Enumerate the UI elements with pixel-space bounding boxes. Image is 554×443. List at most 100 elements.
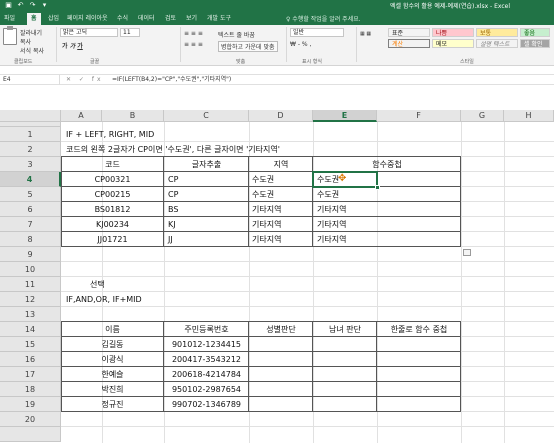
- column-header-c[interactable]: C: [164, 110, 249, 122]
- row-header-20[interactable]: 20: [0, 412, 61, 427]
- table2-header-name[interactable]: 이름: [61, 322, 164, 337]
- table1-extract[interactable]: JJ: [168, 232, 173, 247]
- tab-view[interactable]: 보기: [186, 13, 197, 25]
- redo-icon[interactable]: ↷: [28, 1, 37, 10]
- table1-region[interactable]: 기타지역: [252, 217, 281, 232]
- style-normal[interactable]: 표준: [388, 28, 430, 37]
- copy-button[interactable]: 복사: [20, 37, 31, 46]
- row-header-10[interactable]: 10: [0, 262, 61, 277]
- style-note[interactable]: 메모: [432, 39, 474, 48]
- formula-input[interactable]: =IF(LEFT(B4,2)="CP","수도권","기타지역"): [112, 75, 231, 85]
- align-top-icon[interactable]: ≡ ≡ ≡: [184, 30, 203, 37]
- undo-icon[interactable]: ↶: [16, 1, 25, 10]
- table1-header-nested[interactable]: 함수중첩: [313, 157, 461, 172]
- row-header-18[interactable]: 18: [0, 382, 61, 397]
- tab-data[interactable]: 데이터: [138, 13, 155, 25]
- column-header-a[interactable]: A: [61, 110, 102, 122]
- row-header-7[interactable]: 7: [0, 217, 61, 232]
- format-painter-button[interactable]: 서식 복사: [20, 46, 44, 55]
- tab-developer[interactable]: 개발 도구: [207, 13, 231, 25]
- row-header-4[interactable]: 4: [0, 172, 61, 187]
- column-header-b[interactable]: B: [102, 110, 164, 122]
- row-header-8[interactable]: 8: [0, 232, 61, 247]
- save-icon[interactable]: ▣: [4, 1, 13, 10]
- conditional-format-icon[interactable]: ▦ ▦: [360, 31, 371, 37]
- row-header-11[interactable]: 11: [0, 277, 61, 292]
- cell-b2[interactable]: 코드의 왼쪽 2글자가 CP이면 '수도권', 다른 글자이면 '기타지역': [66, 142, 280, 157]
- table2-header-gender[interactable]: 성별판단: [249, 322, 313, 337]
- tab-file[interactable]: 파일: [4, 13, 15, 25]
- row-header-9[interactable]: 9: [0, 247, 61, 262]
- style-calculation[interactable]: 계산: [388, 39, 430, 48]
- table2-name[interactable]: 정규진: [61, 397, 164, 412]
- table2-name[interactable]: 김길동: [61, 337, 164, 352]
- fill-handle[interactable]: [375, 185, 380, 190]
- table1-extract[interactable]: BS: [168, 202, 178, 217]
- wrap-text-button[interactable]: 텍스트 줄 바꿈: [218, 30, 255, 39]
- row-header-13[interactable]: 13: [0, 307, 61, 322]
- cell-b11[interactable]: 선택: [90, 277, 105, 292]
- quick-analysis-icon[interactable]: [463, 249, 471, 256]
- style-explanatory[interactable]: 설명 텍스트: [476, 39, 518, 48]
- table2-name[interactable]: 이광식: [61, 352, 164, 367]
- row-header-3[interactable]: 3: [0, 157, 61, 172]
- currency-icon[interactable]: ₩ - % ,: [290, 41, 311, 48]
- cell-b1[interactable]: IF + LEFT, RIGHT, MID: [66, 127, 154, 142]
- column-header-f[interactable]: F: [377, 110, 461, 122]
- table2-id[interactable]: 990702-1346789: [164, 397, 249, 412]
- cell-b12[interactable]: IF,AND,OR, IF+MID: [66, 292, 142, 307]
- table2-header-male-female[interactable]: 남녀 판단: [313, 322, 377, 337]
- bold-icon[interactable]: 가 가 가: [62, 41, 83, 50]
- table2-id[interactable]: 200417-3543212: [164, 352, 249, 367]
- row-header-14[interactable]: 14: [0, 322, 61, 337]
- table1-code[interactable]: CP00321: [61, 172, 164, 187]
- table1-header-region[interactable]: 지역: [249, 157, 313, 172]
- customize-icon[interactable]: ▾: [40, 1, 49, 10]
- table2-header-one-line[interactable]: 한줄로 함수 중첩: [377, 322, 461, 337]
- style-good[interactable]: 좋음: [520, 28, 550, 37]
- row-header-19[interactable]: 19: [0, 397, 61, 412]
- column-header-e[interactable]: E: [313, 110, 377, 122]
- row-header-16[interactable]: 16: [0, 352, 61, 367]
- table1-code[interactable]: BS01812: [61, 202, 164, 217]
- tab-insert[interactable]: 삽입: [48, 13, 59, 25]
- paste-icon[interactable]: [3, 26, 17, 45]
- table1-nested[interactable]: 기타지역: [317, 217, 346, 232]
- font-name-select[interactable]: 맑은 고딕: [60, 28, 118, 37]
- column-header-d[interactable]: D: [249, 110, 313, 122]
- table1-extract[interactable]: CP: [168, 187, 178, 202]
- row-header-1[interactable]: 1: [0, 127, 61, 142]
- table2-id[interactable]: 950102-2987654: [164, 382, 249, 397]
- tell-me-search[interactable]: ♀ 수행할 작업을 알려 주세요.: [286, 14, 361, 23]
- font-size-select[interactable]: 11: [120, 28, 140, 37]
- table1-extract[interactable]: CP: [168, 172, 178, 187]
- row-header-5[interactable]: 5: [0, 187, 61, 202]
- cut-button[interactable]: 잘라내기: [20, 28, 42, 37]
- align-left-icon[interactable]: ≡ ≡ ≡: [184, 41, 203, 48]
- table2-name[interactable]: 박진희: [61, 382, 164, 397]
- table2-id[interactable]: 200618-4214784: [164, 367, 249, 382]
- table1-region[interactable]: 기타지역: [252, 232, 281, 247]
- name-box[interactable]: E4: [0, 75, 60, 85]
- table1-header-extract[interactable]: 글자추출: [164, 157, 249, 172]
- merge-center-button[interactable]: 병합하고 가운데 맞춤: [218, 41, 278, 52]
- table1-code[interactable]: KJ00234: [61, 217, 164, 232]
- table1-region[interactable]: 수도권: [252, 187, 274, 202]
- number-format-select[interactable]: 일반: [290, 28, 344, 37]
- row-header-2[interactable]: 2: [0, 142, 61, 157]
- tab-formulas[interactable]: 수식: [117, 13, 128, 25]
- row-header-17[interactable]: 17: [0, 367, 61, 382]
- style-neutral[interactable]: 보통: [476, 28, 518, 37]
- row-header-15[interactable]: 15: [0, 337, 61, 352]
- table1-header-code[interactable]: 코드: [61, 157, 164, 172]
- style-bad[interactable]: 나쁨: [432, 28, 474, 37]
- select-all-corner[interactable]: [0, 110, 61, 122]
- tab-page-layout[interactable]: 페이지 레이아웃: [67, 13, 108, 25]
- table1-extract[interactable]: KJ: [168, 217, 176, 232]
- table1-region[interactable]: 수도권: [252, 172, 274, 187]
- column-header-g[interactable]: G: [461, 110, 504, 122]
- table2-name[interactable]: 한예슬: [61, 367, 164, 382]
- row-header-6[interactable]: 6: [0, 202, 61, 217]
- table1-code[interactable]: CP00215: [61, 187, 164, 202]
- table1-code[interactable]: JJ01721: [61, 232, 164, 247]
